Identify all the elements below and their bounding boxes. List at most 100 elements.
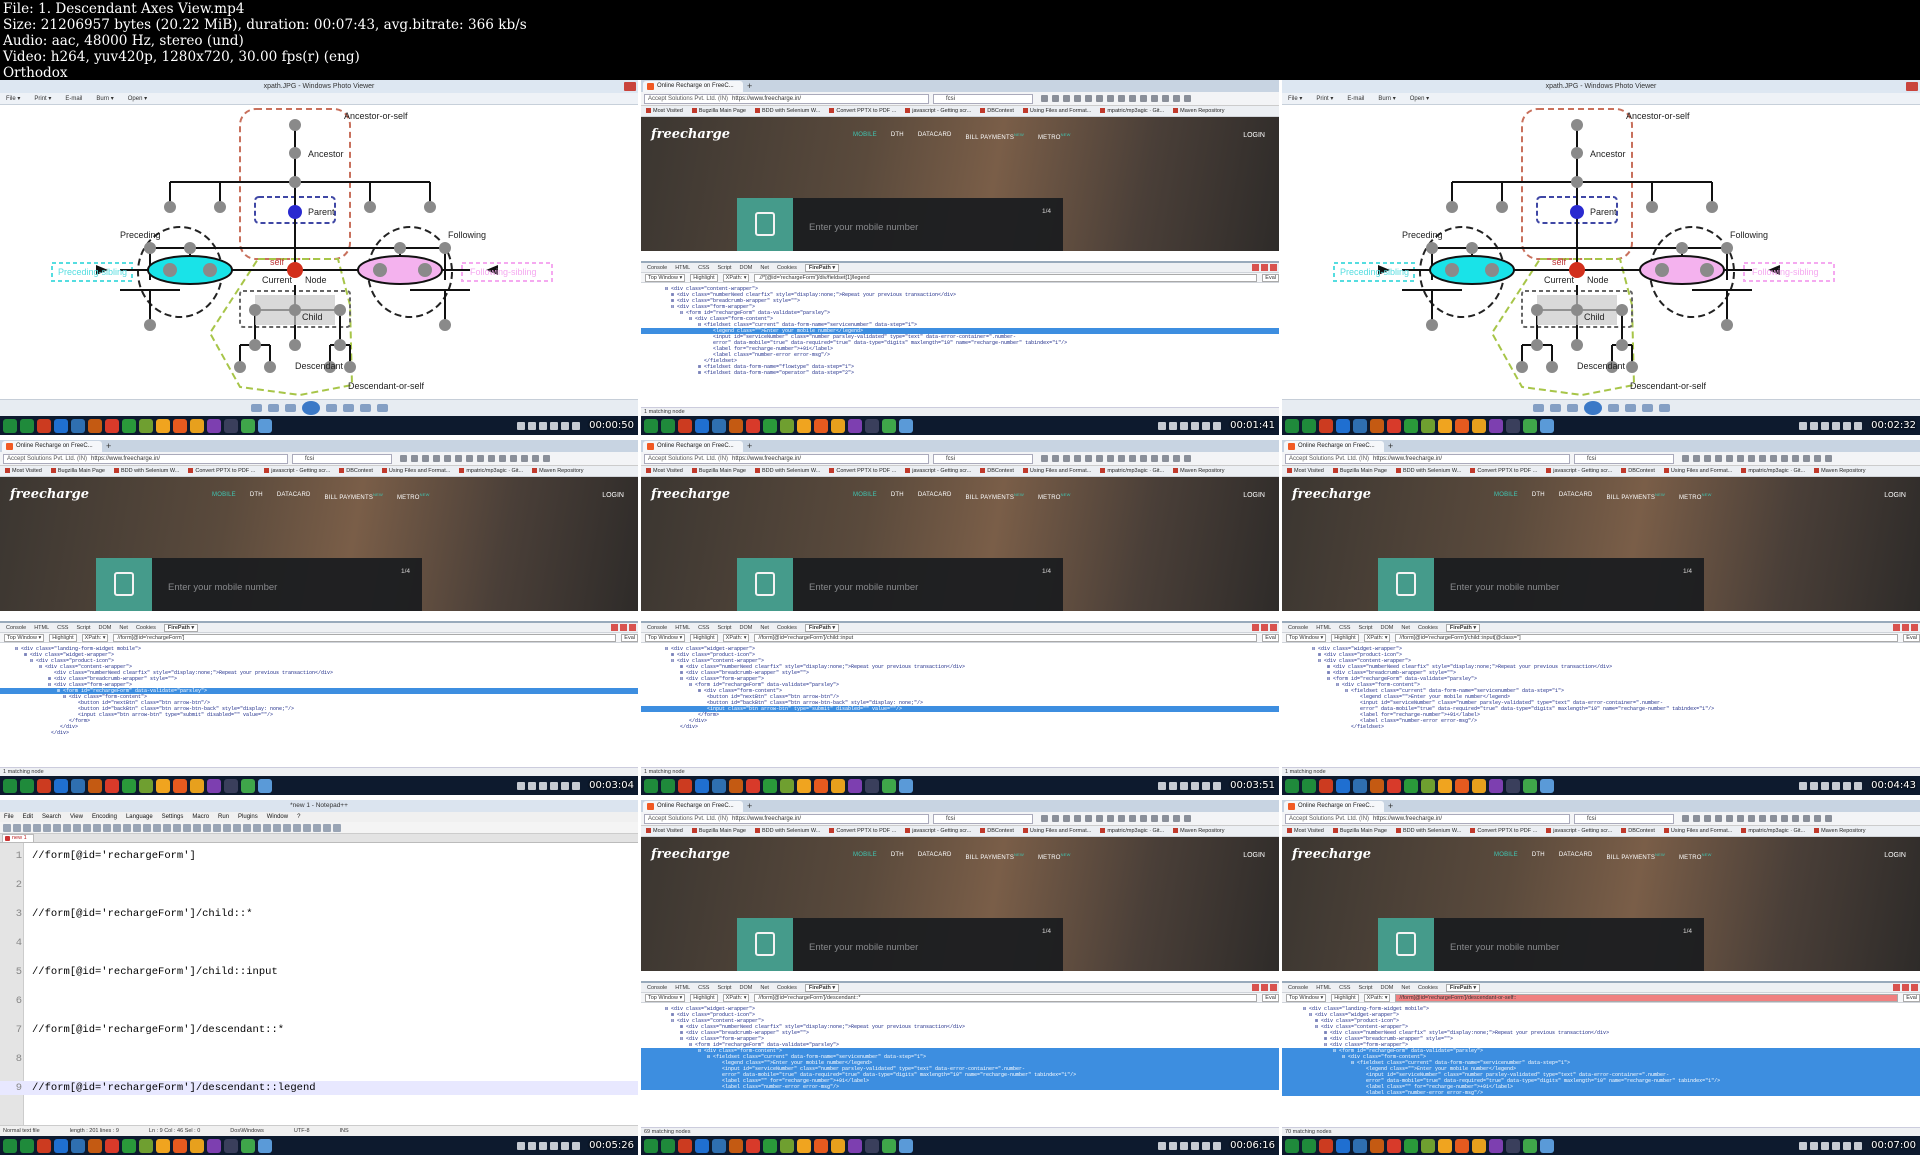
eval-button[interactable]: Eval	[1262, 273, 1279, 282]
taskbar-app-icon[interactable]	[1336, 1138, 1350, 1153]
firebug-tab[interactable]: HTML	[1316, 985, 1331, 991]
bookmark-item[interactable]: Maven Repository	[1173, 468, 1224, 474]
windows-start-icon[interactable]	[644, 418, 658, 433]
toolbar-icon[interactable]	[1792, 455, 1799, 462]
firebug-tab[interactable]: Script	[717, 625, 731, 631]
bookmark-item[interactable]: javascript - Getting scr...	[905, 108, 971, 114]
toolbar-icon[interactable]	[1129, 455, 1136, 462]
toolbar-icon[interactable]	[1151, 95, 1158, 102]
notepad-menu-item[interactable]: ?	[297, 814, 300, 820]
taskbar-app-icon[interactable]	[729, 778, 743, 793]
bookmark-item[interactable]: DBContext	[1621, 828, 1655, 834]
toolbar-icon[interactable]	[323, 823, 331, 832]
firebug-tab[interactable]: CSS	[1339, 625, 1350, 631]
browser-tab[interactable]: Online Recharge on FreeC...	[2, 441, 102, 452]
firebug-tab[interactable]: Net	[760, 625, 769, 631]
bookmark-item[interactable]: javascript - Getting scr...	[264, 468, 330, 474]
firepath-tool-button[interactable]: Highlight	[690, 993, 718, 1002]
taskbar-app-icon[interactable]	[831, 778, 845, 793]
toolbar-icon[interactable]	[466, 455, 473, 462]
taskbar-app-icon[interactable]	[763, 778, 777, 793]
firebug-tab[interactable]: DOM	[740, 985, 753, 991]
bookmark-item[interactable]: Convert PPTX to PDF ...	[829, 828, 896, 834]
taskbar-app-icon[interactable]	[1353, 778, 1367, 793]
toolbar-icon[interactable]	[1825, 815, 1832, 822]
firebug-tab[interactable]: HTML	[675, 625, 690, 631]
toolbar-icon[interactable]	[1096, 95, 1103, 102]
site-nav-item[interactable]: DTH	[891, 132, 904, 141]
toolbar-icon[interactable]	[1041, 95, 1048, 102]
bookmark-item[interactable]: BDD with Selenium W...	[1396, 828, 1461, 834]
toolbar-icon[interactable]	[1129, 815, 1136, 822]
site-nav-item[interactable]: METRONEW	[1038, 132, 1071, 141]
toolbar-icon[interactable]	[1162, 815, 1169, 822]
firebug-tab[interactable]: Cookies	[136, 625, 156, 631]
toolbar-icon[interactable]	[1726, 455, 1733, 462]
taskbar-app-icon[interactable]	[1404, 1138, 1418, 1153]
login-link[interactable]: LOGIN	[1884, 852, 1906, 859]
bookmark-item[interactable]: Bugzilla Main Page	[692, 108, 746, 114]
taskbar-app-icon[interactable]	[814, 1138, 828, 1153]
taskbar-app-icon[interactable]	[1438, 1138, 1452, 1153]
search-box[interactable]: fcsi	[292, 453, 392, 464]
taskbar-app-icon[interactable]	[1523, 778, 1537, 793]
firepath-tool-button[interactable]: Highlight	[690, 633, 718, 642]
toolbar-icon[interactable]	[1140, 455, 1147, 462]
taskbar-app-icon[interactable]	[1438, 778, 1452, 793]
bookmark-item[interactable]: Using Files and Format...	[1023, 108, 1091, 114]
toolbar-icon[interactable]	[1814, 815, 1821, 822]
toolbar-icon[interactable]	[1085, 815, 1092, 822]
taskbar-app-icon[interactable]	[122, 778, 136, 793]
taskbar-app-icon[interactable]	[173, 778, 187, 793]
browser-tab[interactable]: Online Recharge on FreeC...	[643, 81, 743, 92]
bookmark-item[interactable]: Maven Repository	[1173, 108, 1224, 114]
taskbar-app-icon[interactable]	[122, 1138, 136, 1153]
taskbar-app-icon[interactable]	[190, 418, 204, 433]
site-nav-item[interactable]: DATACARD	[918, 492, 952, 501]
xpath-input[interactable]: //form[@id='rechargeForm']/descendant-or…	[1395, 993, 1899, 1002]
taskbar-app-icon[interactable]	[831, 1138, 845, 1153]
toolbar-icon[interactable]	[1726, 815, 1733, 822]
site-nav-item[interactable]: BILL PAYMENTSNEW	[325, 492, 383, 501]
taskbar-app-icon[interactable]	[1387, 418, 1401, 433]
bookmark-item[interactable]: Convert PPTX to PDF ...	[1470, 468, 1537, 474]
login-link[interactable]: LOGIN	[1243, 492, 1265, 499]
toolbar-icon[interactable]	[1118, 455, 1125, 462]
bookmark-item[interactable]: mpatric/mp3agic · Git...	[1741, 828, 1805, 834]
toolbar-icon[interactable]	[1737, 455, 1744, 462]
taskbar-app-icon[interactable]	[1455, 418, 1469, 433]
taskbar-app-icon[interactable]	[661, 1138, 675, 1153]
site-nav-item[interactable]: METRONEW	[1038, 492, 1071, 501]
taskbar-app-icon[interactable]	[848, 418, 862, 433]
taskbar-app-icon[interactable]	[224, 778, 238, 793]
firepath-tool-button[interactable]: XPath: ▾	[722, 633, 750, 642]
site-nav-item[interactable]: MOBILE	[853, 132, 877, 141]
login-link[interactable]: LOGIN	[1243, 852, 1265, 859]
taskbar-app-icon[interactable]	[661, 778, 675, 793]
bookmark-item[interactable]: Most Visited	[1287, 828, 1324, 834]
toolbar-icon[interactable]	[1107, 815, 1114, 822]
firebug-tab[interactable]: FirePath ▾	[804, 263, 840, 272]
windows-start-icon[interactable]	[3, 778, 17, 793]
toolbar-icon[interactable]	[1162, 455, 1169, 462]
mobile-number-input[interactable]: Enter your mobile number	[168, 582, 277, 593]
firebug-tab[interactable]: Net	[1401, 625, 1410, 631]
taskbar-app-icon[interactable]	[797, 1138, 811, 1153]
toolbar-icon[interactable]	[1715, 815, 1722, 822]
toolbar-icon[interactable]	[1682, 815, 1689, 822]
mobile-number-input[interactable]: Enter your mobile number	[809, 222, 918, 233]
site-nav-item[interactable]: DTH	[891, 492, 904, 501]
taskbar-app-icon[interactable]	[780, 1138, 794, 1153]
toolbar-icon[interactable]	[1759, 815, 1766, 822]
taskbar-app-icon[interactable]	[899, 1138, 913, 1153]
site-nav-item[interactable]: MOBILE	[853, 852, 877, 861]
taskbar-app-icon[interactable]	[1489, 418, 1503, 433]
toolbar-icon[interactable]	[1715, 455, 1722, 462]
taskbar-app-icon[interactable]	[678, 418, 692, 433]
window-button[interactable]	[1270, 264, 1277, 271]
firepath-tool-button[interactable]: Highlight	[49, 633, 77, 642]
toolbar-icon[interactable]	[1052, 815, 1059, 822]
notepad-tab[interactable]: new 1	[2, 834, 34, 842]
taskbar-app-icon[interactable]	[105, 1138, 119, 1153]
taskbar-app-icon[interactable]	[88, 418, 102, 433]
